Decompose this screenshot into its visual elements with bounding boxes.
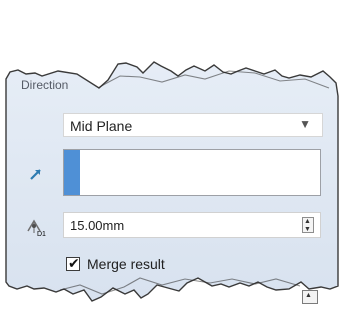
distance-dimension-icon: D1 [27, 219, 46, 238]
direction-type-value: Mid Plane [70, 118, 133, 134]
spin-up-icon[interactable]: ▲ [304, 218, 311, 225]
arrow-up-right-icon[interactable] [28, 166, 44, 182]
distance-spinner[interactable]: ▲ ▼ [302, 217, 314, 233]
direction-reference-list[interactable] [63, 149, 321, 196]
spin-down-icon[interactable]: ▼ [304, 226, 311, 233]
partial-spinner[interactable]: ▲ [302, 290, 318, 304]
panel-title: Direction [21, 78, 69, 92]
spin-up-icon[interactable]: ▲ [305, 292, 312, 299]
selection-indicator [64, 150, 80, 195]
merge-result-label[interactable]: Merge result [87, 256, 165, 272]
merge-result-checkbox[interactable]: ✔ [66, 255, 80, 271]
chevron-down-icon[interactable]: ▼ [299, 117, 311, 131]
direction-type-dropdown[interactable]: Mid Plane ▼ [63, 113, 323, 137]
distance-value[interactable]: 15.00mm [70, 218, 124, 233]
distance-input[interactable]: 15.00mm ▲ ▼ [63, 212, 321, 238]
d1-field-label: D1 [37, 231, 46, 238]
checkmark-icon: ✔ [68, 255, 80, 271]
